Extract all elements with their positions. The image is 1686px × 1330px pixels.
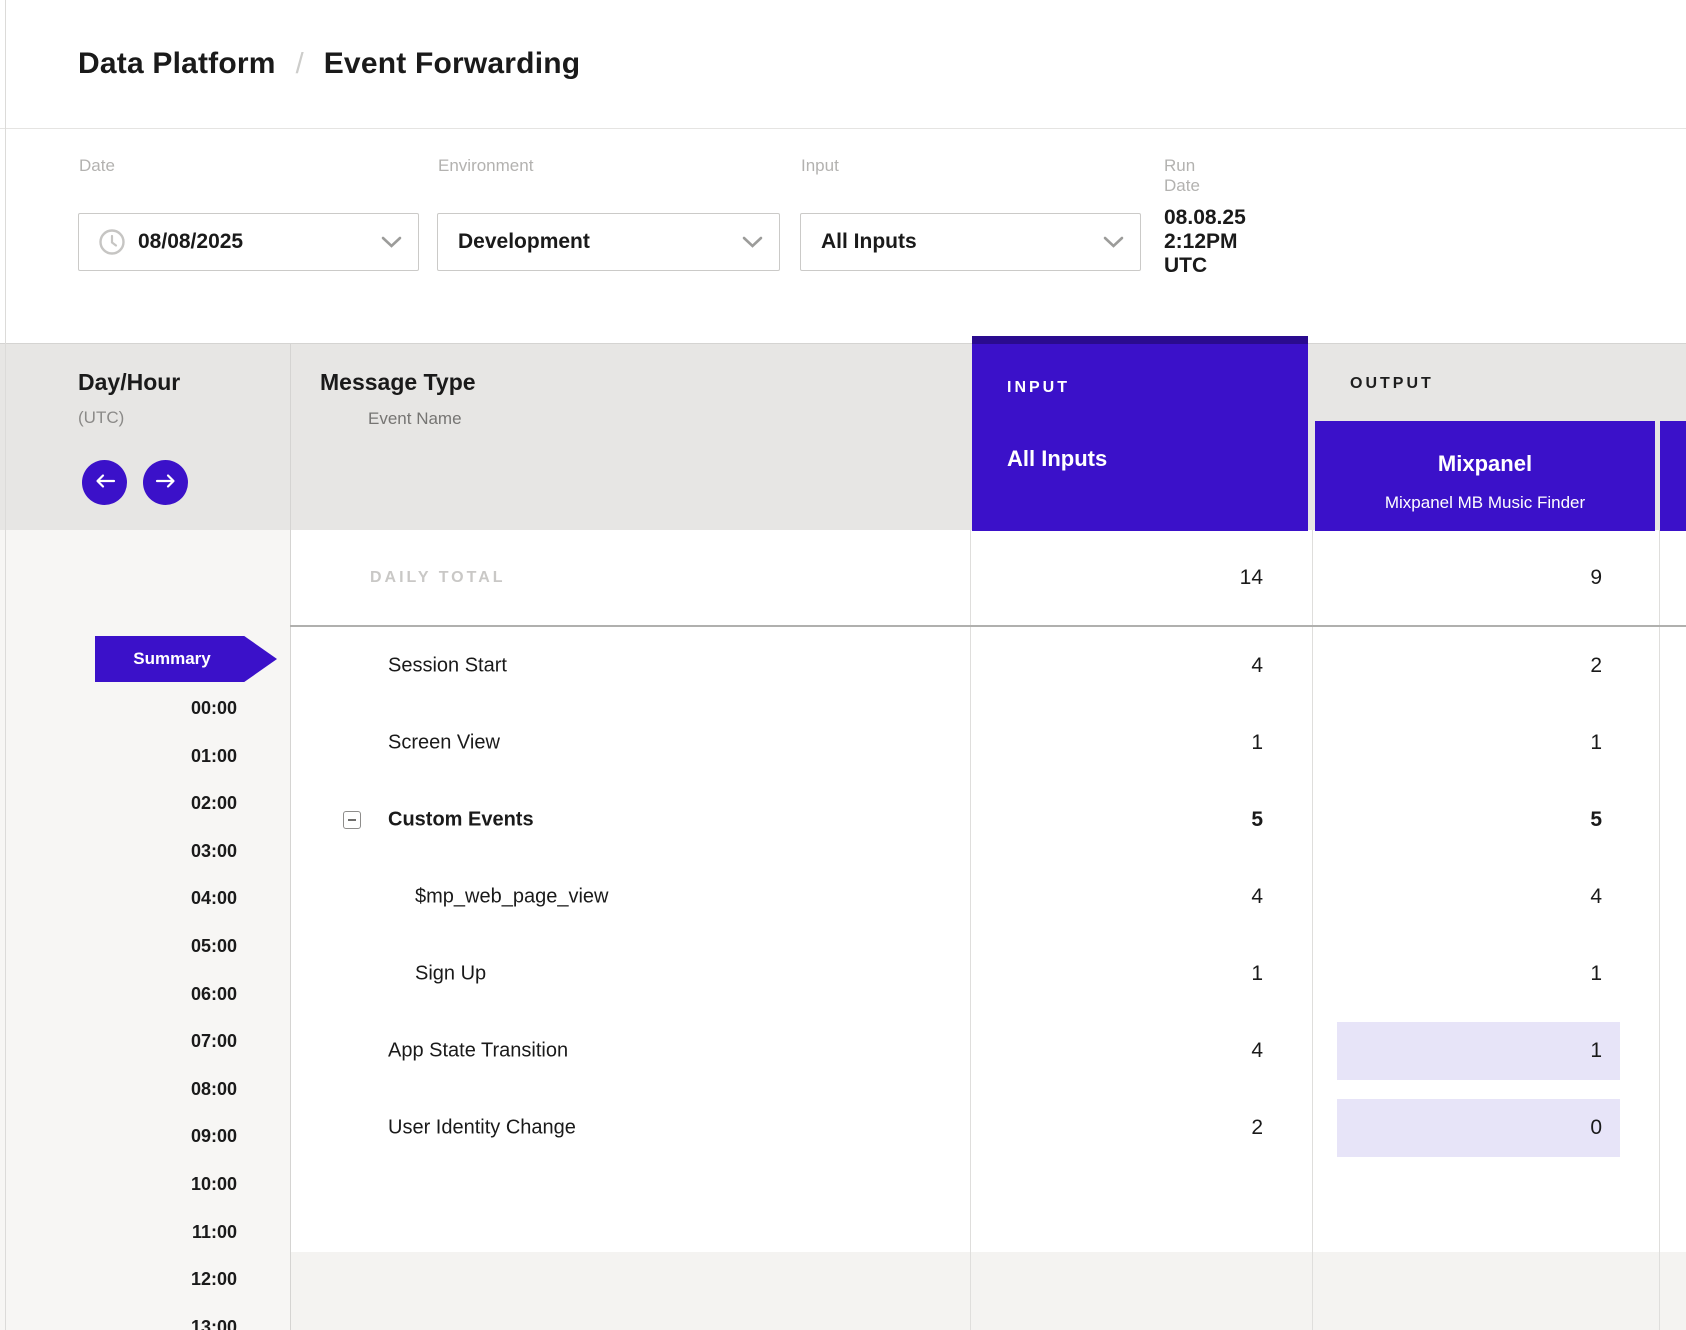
event-name-label: Session Start [388, 654, 507, 677]
sidebar-hour-label[interactable]: 13:00 [0, 1314, 237, 1330]
event-name-label: $mp_web_page_view [415, 885, 608, 908]
event-forwarding-page: Data Platform / Event Forwarding Date 08… [0, 0, 1686, 1330]
sidebar-summary-flag[interactable]: Summary [95, 636, 277, 682]
input-count-cell: 1 [970, 704, 1312, 781]
event-name-label: Sign Up [415, 962, 486, 985]
sidebar-hour-label[interactable]: 07:00 [0, 1028, 237, 1054]
output-count-cell: 5 [1312, 781, 1659, 858]
collapse-minus-icon [348, 819, 356, 821]
table-row: Sign Up 1 1 [0, 935, 1686, 1012]
output-count-cell: 1 [1312, 935, 1659, 1012]
breadcrumb-section[interactable]: Data Platform [78, 47, 276, 81]
sidebar-hour-label[interactable]: 10:00 [0, 1171, 237, 1197]
output-count-cell: 4 [1312, 858, 1659, 935]
table-row: User Identity Change 2 0 [0, 1089, 1686, 1166]
input-count-cell: 1 [970, 935, 1312, 1012]
sidebar-hour-label[interactable]: 11:00 [0, 1219, 237, 1245]
table-row: Custom Events 5 5 [0, 781, 1686, 858]
sidebar-hour-label[interactable]: 12:00 [0, 1266, 237, 1292]
sidebar-hour-label[interactable]: 03:00 [0, 838, 237, 864]
input-count-cell: 2 [970, 1089, 1312, 1166]
event-name-label: Screen View [388, 731, 500, 754]
output-count-cell: 1 [1312, 1012, 1659, 1089]
event-name-label: User Identity Change [388, 1116, 576, 1139]
sidebar-hour-label[interactable]: 02:00 [0, 790, 237, 816]
table-row: Screen View 1 1 [0, 704, 1686, 781]
event-name-label: App State Transition [388, 1039, 568, 1062]
sidebar-hour-label[interactable]: 01:00 [0, 743, 237, 769]
table-row: $mp_web_page_view 4 4 [0, 858, 1686, 935]
sidebar-hour-label[interactable]: 09:00 [0, 1123, 237, 1149]
page-left-border [5, 0, 6, 1330]
sidebar-hour-label[interactable]: 00:00 [0, 695, 237, 721]
page-title: Event Forwarding [324, 47, 581, 81]
input-count-cell: 5 [970, 781, 1312, 858]
breadcrumb-separator: / [296, 48, 304, 81]
table-row: App State Transition 4 1 [0, 1012, 1686, 1089]
sidebar-hour-label[interactable]: 04:00 [0, 885, 237, 911]
event-name-label: Custom Events [388, 808, 534, 831]
input-count-cell: 4 [970, 627, 1312, 704]
output-count-cell: 0 [1312, 1089, 1659, 1166]
input-count-cell: 4 [970, 1012, 1312, 1089]
sidebar-hour-label[interactable]: 06:00 [0, 981, 237, 1007]
output-count-cell: 1 [1312, 704, 1659, 781]
output-count-cell: 2 [1312, 627, 1659, 704]
sidebar-hour-label[interactable]: 08:00 [0, 1076, 237, 1102]
sidebar-hour-label[interactable]: 05:00 [0, 933, 237, 959]
input-count-cell: 4 [970, 858, 1312, 935]
collapse-minus-button[interactable] [343, 811, 361, 829]
breadcrumb: Data Platform / Event Forwarding [0, 0, 1686, 129]
